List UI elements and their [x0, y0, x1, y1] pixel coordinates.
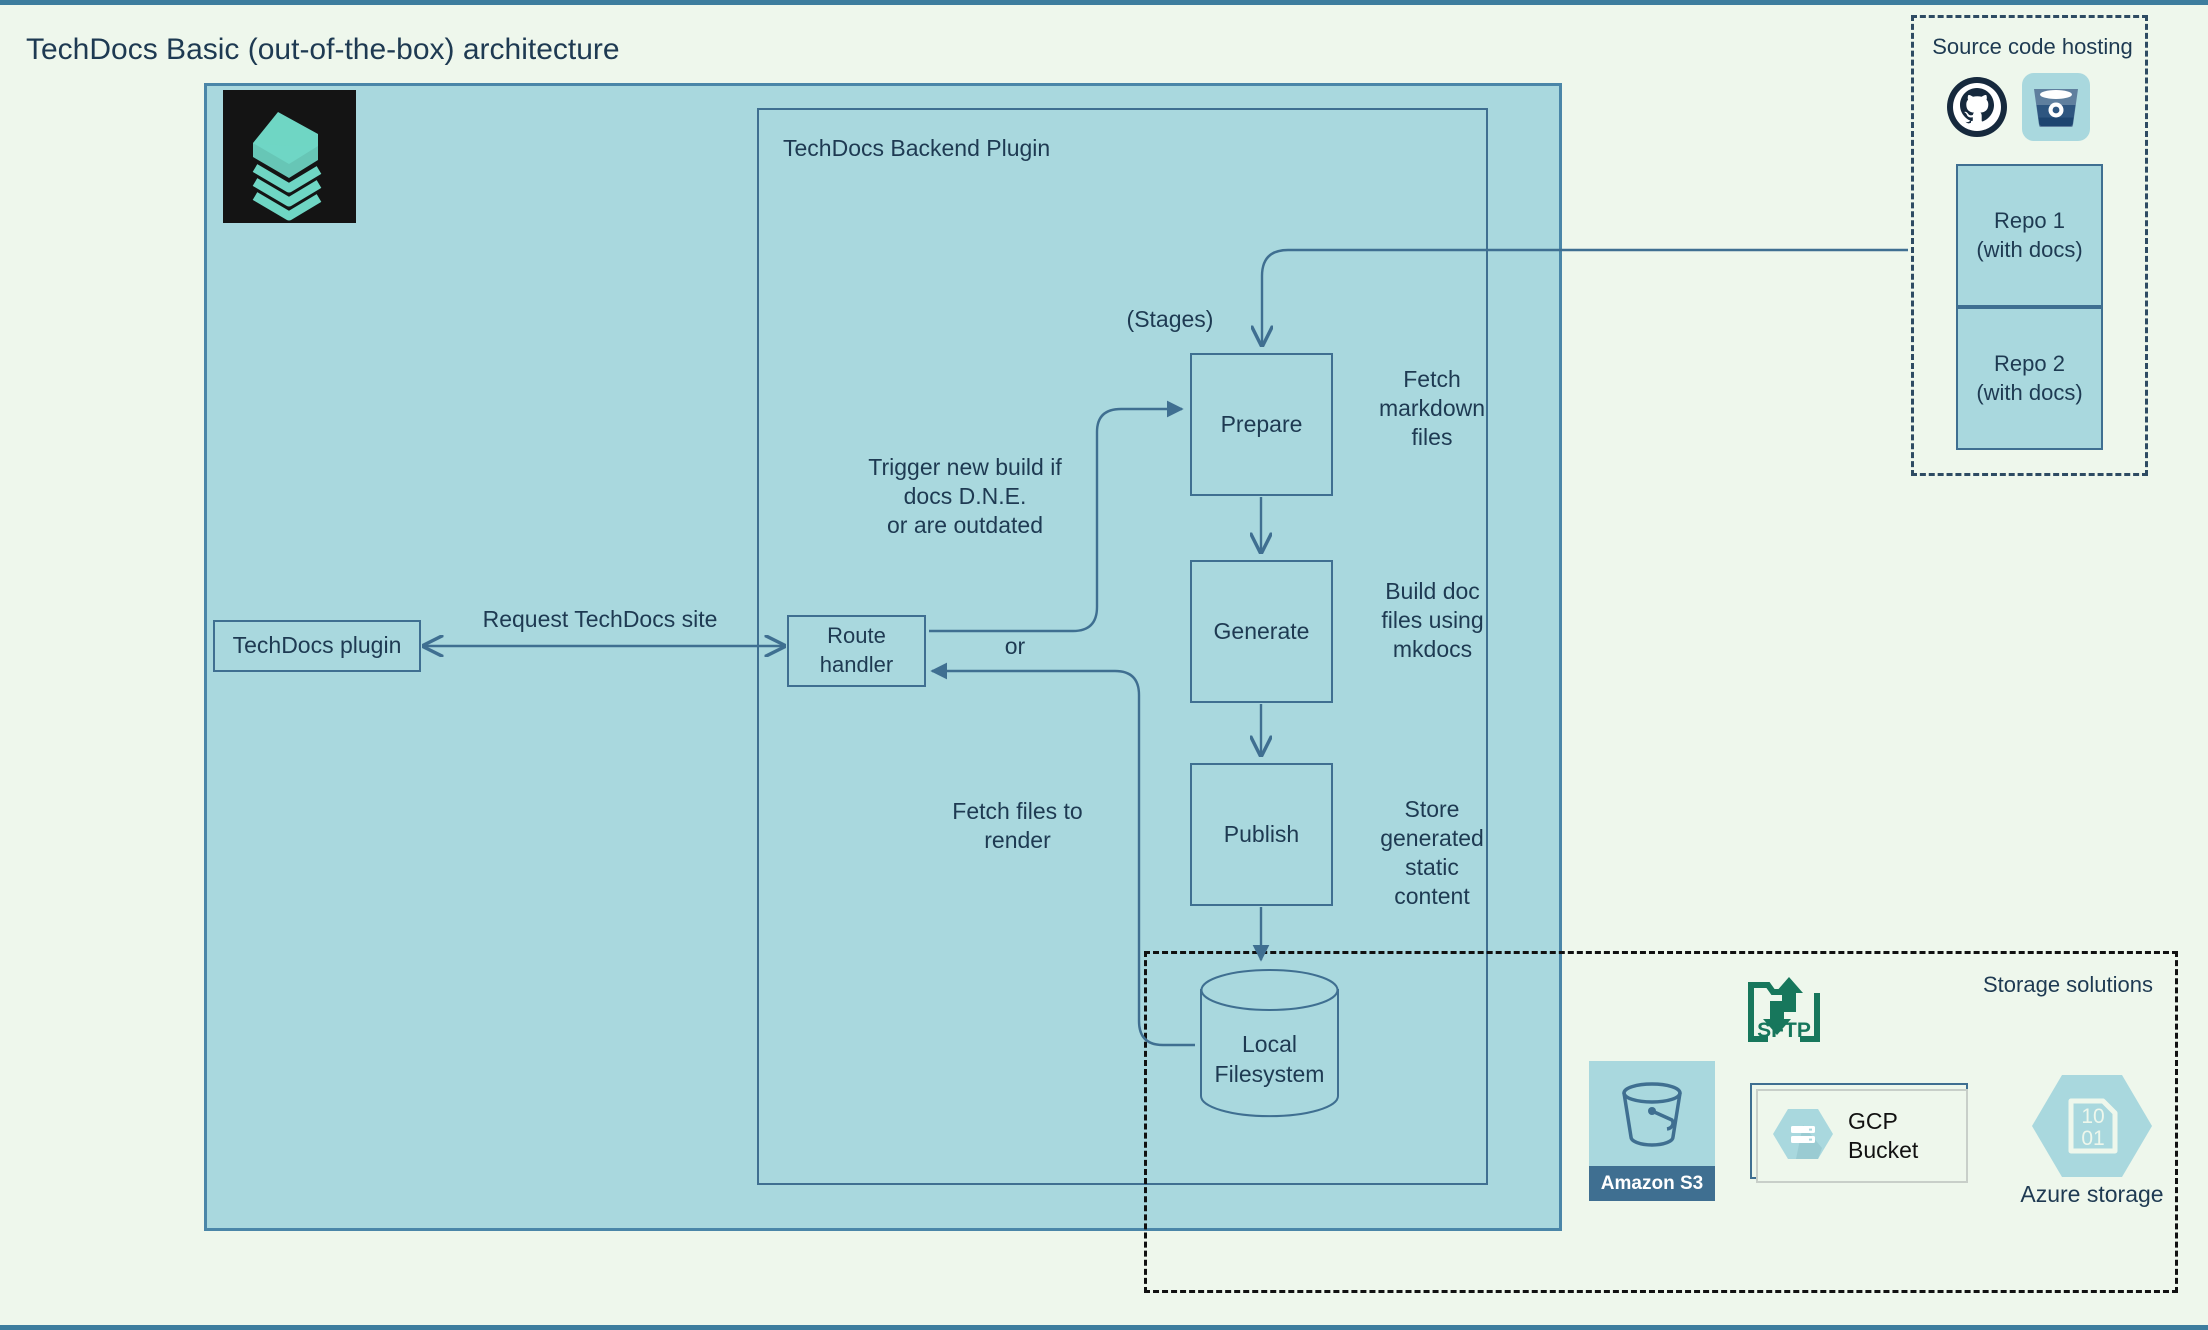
- repo-box-2-label: Repo 2 (with docs): [1976, 350, 2083, 405]
- amazon-s3-label: Amazon S3: [1589, 1166, 1715, 1201]
- annotation-stages: (Stages): [1126, 306, 1214, 332]
- gcp-bucket-icon: [1772, 1105, 1834, 1168]
- repo-box-1-label: Repo 1 (with docs): [1976, 207, 2083, 262]
- node-publish-label: Publish: [1223, 820, 1300, 847]
- annotation-trigger-build: Trigger new build if docs D.N.E. or are …: [868, 454, 1062, 538]
- node-route-handler-label: Route handler: [819, 623, 894, 677]
- repo-box-1[interactable]: Repo 1 (with docs): [1956, 164, 2103, 307]
- diagram-canvas: TechDocs Basic (out-of-the-box) architec…: [0, 0, 2208, 1330]
- storage-solutions-title: Storage solutions: [1983, 972, 2153, 997]
- backend-plugin-title: TechDocs Backend Plugin: [783, 135, 1051, 161]
- annotation-build-doc: Build doc files using mkdocs: [1381, 578, 1484, 662]
- annotation-store-static: Store generated static content: [1380, 796, 1484, 909]
- amazon-s3-icon: [1589, 1061, 1715, 1166]
- source-hosting-icons: [1946, 73, 2090, 141]
- node-techdocs-plugin[interactable]: TechDocs plugin: [213, 620, 421, 672]
- node-techdocs-plugin-label: TechDocs plugin: [232, 632, 402, 659]
- sftp-label: SFTP: [1757, 1019, 1811, 1042]
- annotation-fetch-markdown: Fetch markdown files: [1378, 366, 1486, 450]
- annotation-or: or: [1004, 633, 1026, 659]
- node-generate-label: Generate: [1213, 617, 1310, 644]
- storage-item-amazon-s3[interactable]: Amazon S3: [1589, 1061, 1715, 1201]
- storage-item-azure-storage[interactable]: 10 01 Azure storage: [2020, 1073, 2164, 1213]
- bitbucket-icon: [2022, 73, 2090, 141]
- node-generate[interactable]: Generate: [1190, 560, 1333, 703]
- storage-item-gcp-bucket[interactable]: GCP Bucket: [1750, 1083, 1968, 1183]
- github-icon: [1946, 76, 2008, 138]
- storage-item-sftp[interactable]: SFTP: [1746, 967, 1822, 1045]
- page-title: TechDocs Basic (out-of-the-box) architec…: [26, 33, 620, 66]
- svg-text:10: 10: [2081, 1105, 2104, 1128]
- source-code-hosting-title: Source code hosting: [1932, 34, 2133, 59]
- annotation-fetch-files: Fetch files to render: [952, 798, 1083, 853]
- annotation-request-site: Request TechDocs site: [482, 606, 718, 632]
- svg-text:01: 01: [2081, 1127, 2104, 1150]
- node-prepare-label: Prepare: [1220, 410, 1303, 437]
- azure-storage-label: Azure storage: [2020, 1181, 2164, 1207]
- repo-box-2[interactable]: Repo 2 (with docs): [1956, 307, 2103, 450]
- node-publish[interactable]: Publish: [1190, 763, 1333, 906]
- node-route-handler[interactable]: Route handler: [787, 615, 926, 687]
- gcp-bucket-label: GCP Bucket: [1848, 1108, 1919, 1163]
- backstage-logo: [223, 90, 356, 223]
- node-prepare[interactable]: Prepare: [1190, 353, 1333, 496]
